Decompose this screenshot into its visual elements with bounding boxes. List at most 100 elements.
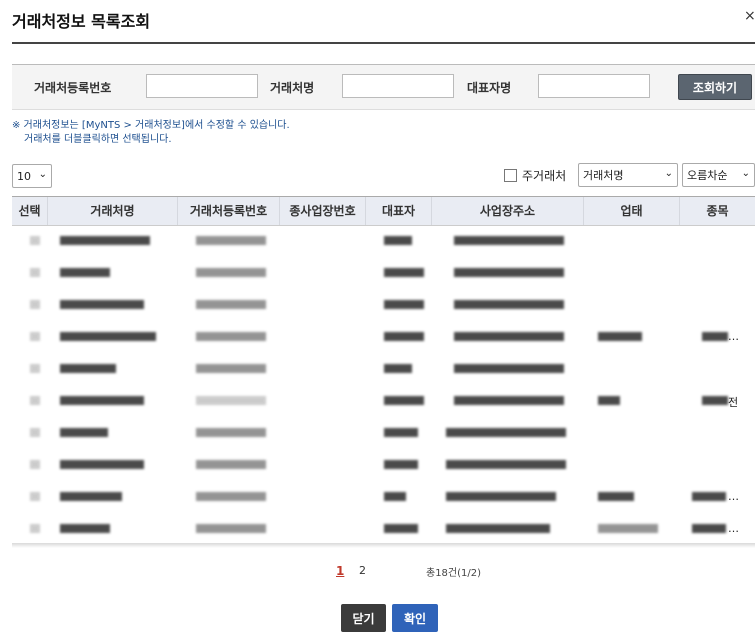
redacted-text <box>60 524 110 533</box>
redacted-text <box>384 268 424 277</box>
redacted-text <box>30 300 40 309</box>
page-2-link[interactable]: 2 <box>359 564 366 577</box>
redacted-text <box>30 524 40 533</box>
redacted-text <box>598 524 658 533</box>
ceo-name-label: 대표자명 <box>467 81 512 95</box>
redacted-text <box>60 300 144 309</box>
redacted-text <box>30 332 40 341</box>
table-body: … 전 … … <box>12 225 755 545</box>
partner-name-label: 거래처명 <box>270 81 315 95</box>
redacted-text <box>30 492 40 501</box>
sort-order-select[interactable]: 오름차순 ⌄ <box>682 163 755 187</box>
redacted-text <box>30 268 40 277</box>
redacted-text <box>196 396 266 405</box>
redacted-text <box>446 460 566 469</box>
redacted-text <box>196 428 266 437</box>
col-business-item: 종목 <box>706 204 729 218</box>
redacted-text <box>30 364 40 373</box>
redacted-text <box>196 524 266 533</box>
sort-field-select[interactable]: 거래처명 ⌄ <box>578 163 678 187</box>
table-row[interactable] <box>12 353 755 385</box>
notice-line-2: 거래처를 더블클릭하면 선택됩니다. <box>24 134 172 145</box>
redacted-text <box>30 236 40 245</box>
close-button[interactable]: 닫기 <box>341 604 386 632</box>
table-row[interactable] <box>12 417 755 449</box>
title-divider <box>12 42 755 44</box>
business-item-text: … <box>728 522 739 535</box>
redacted-text <box>384 396 424 405</box>
notice-text: ※ 거래처정보는 [MyNTS > 거래처정보]에서 수정할 수 있습니다. 거… <box>12 119 290 147</box>
redacted-text <box>60 268 110 277</box>
main-partner-label: 주거래처 <box>522 169 567 183</box>
redacted-text <box>30 396 40 405</box>
redacted-text <box>692 492 726 501</box>
redacted-text <box>60 364 116 373</box>
main-partner-checkbox[interactable] <box>504 169 517 182</box>
redacted-text <box>60 396 144 405</box>
redacted-text <box>60 236 150 245</box>
redacted-text <box>60 428 108 437</box>
dialog-title: 거래처정보 목록조회 <box>12 12 151 31</box>
redacted-text <box>454 364 564 373</box>
reg-no-input[interactable] <box>146 74 258 98</box>
page-1-link[interactable]: 1 <box>336 564 344 578</box>
search-panel: 거래처등록번호 거래처명 대표자명 조회하기 <box>12 64 755 110</box>
business-item-text: … <box>728 330 739 343</box>
redacted-text <box>702 332 728 341</box>
table-header: 선택 거래처명 거래처등록번호 종사업장번호 대표자 사업장주소 업태 종목 <box>12 196 755 226</box>
redacted-text <box>196 364 266 373</box>
redacted-text <box>60 460 144 469</box>
table-row[interactable]: … <box>12 513 755 545</box>
redacted-text <box>598 396 620 405</box>
redacted-text <box>454 300 564 309</box>
redacted-text <box>598 492 634 501</box>
redacted-text <box>384 428 418 437</box>
page-size-select[interactable]: 10 ⌄ <box>12 164 52 188</box>
col-select: 선택 <box>12 197 48 225</box>
col-address: 사업장주소 <box>432 197 584 225</box>
redacted-text <box>196 460 266 469</box>
redacted-text <box>384 492 406 501</box>
table-row[interactable]: … <box>12 481 755 513</box>
redacted-text <box>454 268 564 277</box>
redacted-text <box>384 332 424 341</box>
redacted-text <box>692 524 726 533</box>
table-row[interactable] <box>12 289 755 321</box>
col-reg-no: 거래처등록번호 <box>178 197 280 225</box>
redacted-text <box>454 236 564 245</box>
table-row[interactable] <box>12 449 755 481</box>
redacted-text <box>702 396 728 405</box>
col-business-type: 업태 <box>584 197 680 225</box>
redacted-text <box>384 364 412 373</box>
reg-no-label: 거래처등록번호 <box>34 81 112 95</box>
redacted-text <box>30 460 40 469</box>
table-row[interactable] <box>12 257 755 289</box>
col-branch-no: 종사업장번호 <box>280 197 366 225</box>
redacted-text <box>30 428 40 437</box>
chevron-down-icon: ⌄ <box>741 168 750 179</box>
close-icon[interactable]: × <box>744 8 755 24</box>
redacted-text <box>384 524 418 533</box>
page-info: 총18건(1/2) <box>426 568 482 579</box>
chevron-down-icon: ⌄ <box>664 168 673 179</box>
business-item-text: 전 <box>728 396 739 409</box>
redacted-text <box>446 524 550 533</box>
redacted-text <box>384 236 412 245</box>
redacted-text <box>446 428 566 437</box>
search-button[interactable]: 조회하기 <box>678 74 752 100</box>
chevron-down-icon: ⌄ <box>38 169 47 180</box>
confirm-button[interactable]: 확인 <box>392 604 438 632</box>
ceo-name-input[interactable] <box>538 74 650 98</box>
redacted-text <box>196 492 266 501</box>
col-partner-name: 거래처명 <box>48 197 178 225</box>
table-row[interactable]: 전 <box>12 385 755 417</box>
partner-name-input[interactable] <box>342 74 454 98</box>
business-item-text: … <box>728 490 739 503</box>
table-row[interactable]: … <box>12 321 755 353</box>
redacted-text <box>196 332 266 341</box>
redacted-text <box>598 332 642 341</box>
redacted-text <box>446 492 556 501</box>
main-partner-filter[interactable]: 주거래처 <box>504 167 566 184</box>
table-row[interactable] <box>12 225 755 257</box>
col-ceo: 대표자 <box>366 197 432 225</box>
